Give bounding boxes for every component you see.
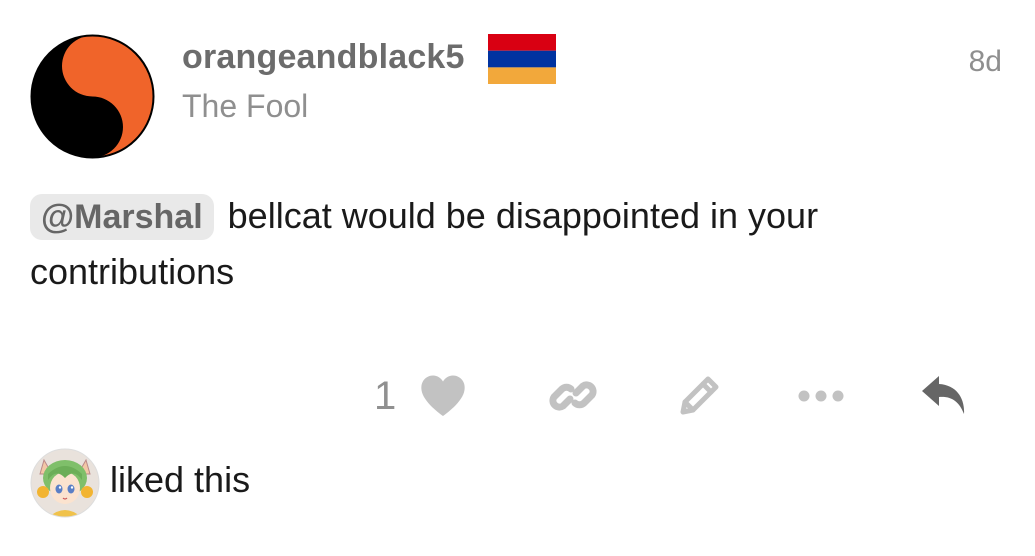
- user-mention[interactable]: @Marshal: [30, 194, 214, 240]
- post-actions: 1: [360, 360, 1000, 432]
- reply-button[interactable]: [916, 368, 974, 424]
- yin-yang-icon: [30, 34, 155, 159]
- like-count[interactable]: 1: [374, 370, 396, 422]
- anime-avatar-icon: [30, 448, 100, 518]
- post-date[interactable]: 8d: [969, 42, 1002, 82]
- like-button[interactable]: [414, 368, 472, 424]
- heart-icon: [421, 375, 465, 416]
- edit-button[interactable]: [670, 368, 728, 424]
- author-username[interactable]: orangeandblack5: [182, 34, 465, 80]
- post: orangeandblack5 The Fool 8d @Marshal bel…: [0, 0, 1035, 556]
- liked-by-row: liked this: [30, 448, 630, 520]
- armenia-flag-icon: [488, 34, 556, 84]
- share-link-button[interactable]: [544, 368, 602, 424]
- pencil-icon: [680, 376, 719, 415]
- link-icon: [549, 381, 597, 411]
- author-avatar[interactable]: [30, 34, 155, 159]
- reply-icon: [922, 376, 965, 414]
- liker-avatar[interactable]: [30, 448, 100, 518]
- more-options-button[interactable]: [792, 368, 850, 424]
- author-title: The Fool: [182, 88, 309, 124]
- ellipsis-icon: [798, 390, 844, 402]
- post-body: @Marshal bellcat would be disappointed i…: [30, 188, 990, 300]
- liked-this-text: liked this: [110, 459, 251, 500]
- post-header: orangeandblack5 The Fool 8d: [182, 34, 1002, 134]
